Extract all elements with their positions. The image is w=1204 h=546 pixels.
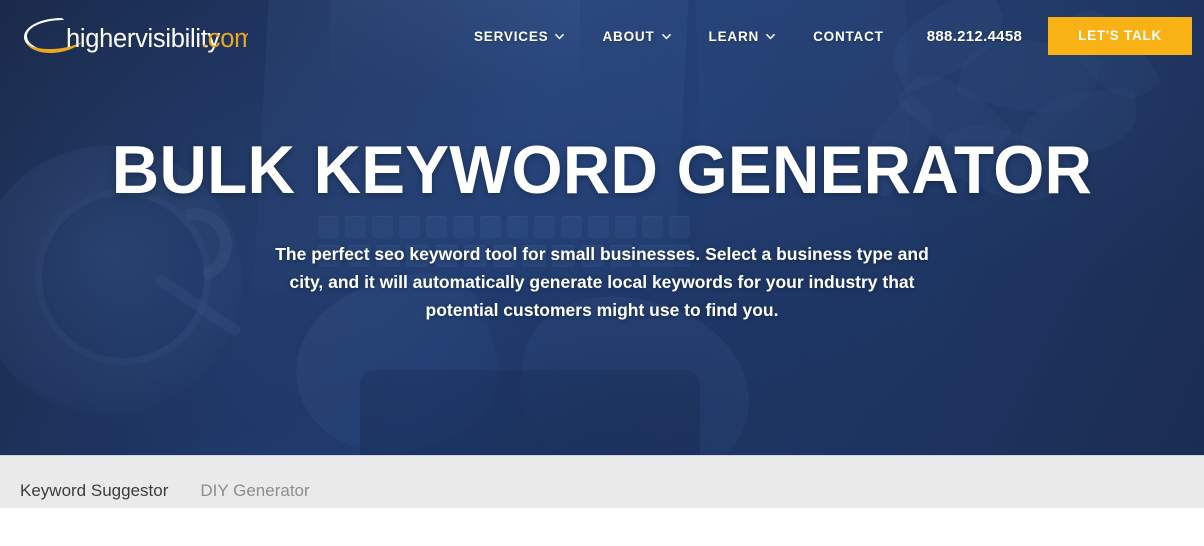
- phone-number-link[interactable]: 888.212.4458: [903, 28, 1042, 45]
- logo-artwork: highervisibility .com: [24, 18, 248, 53]
- tool-tab-bar: Keyword Suggestor DIY Generator: [0, 455, 1204, 518]
- highervisibility-logo[interactable]: highervisibility .com: [18, 12, 248, 60]
- nav-label-contact: CONTACT: [813, 28, 884, 44]
- nav-label-services: SERVICES: [473, 28, 549, 44]
- tab-label-diy-generator: DIY Generator: [200, 481, 310, 500]
- hero-banner: highervisibility .com SERVICES ABOUT LEA…: [0, 0, 1204, 455]
- tab-diy-generator[interactable]: DIY Generator: [200, 456, 327, 499]
- tab-list: Keyword Suggestor DIY Generator: [0, 456, 1204, 518]
- chevron-down-icon: [766, 33, 775, 39]
- tab-label-keyword-suggestor: Keyword Suggestor: [20, 481, 169, 500]
- chevron-down-icon: [661, 33, 671, 39]
- hero-subtitle: The perfect seo keyword tool for small b…: [275, 244, 929, 320]
- page-title: BULK KEYWORD GENERATOR: [111, 132, 1093, 208]
- logo-wordmark: highervisibility: [66, 25, 220, 53]
- nav-label-learn: LEARN: [708, 28, 760, 44]
- lets-talk-button[interactable]: LET'S TALK: [1048, 17, 1192, 55]
- nav-item-learn[interactable]: LEARN: [690, 29, 795, 44]
- tool-panel-area: [0, 508, 1204, 546]
- hero-content: BULK KEYWORD GENERATOR The perfect seo k…: [0, 132, 1204, 324]
- nav-label-about: ABOUT: [602, 28, 655, 44]
- nav-item-contact[interactable]: CONTACT: [794, 29, 903, 44]
- nav-item-about[interactable]: ABOUT: [583, 29, 689, 44]
- logo-tld: .com: [201, 25, 248, 53]
- site-header: highervisibility .com SERVICES ABOUT LEA…: [0, 0, 1204, 72]
- tab-keyword-suggestor[interactable]: Keyword Suggestor: [20, 456, 186, 518]
- nav-item-services[interactable]: SERVICES: [455, 29, 584, 44]
- main-navigation: SERVICES ABOUT LEARN CONTACT 888.212.445…: [455, 0, 1192, 72]
- chevron-down-icon: [555, 33, 565, 39]
